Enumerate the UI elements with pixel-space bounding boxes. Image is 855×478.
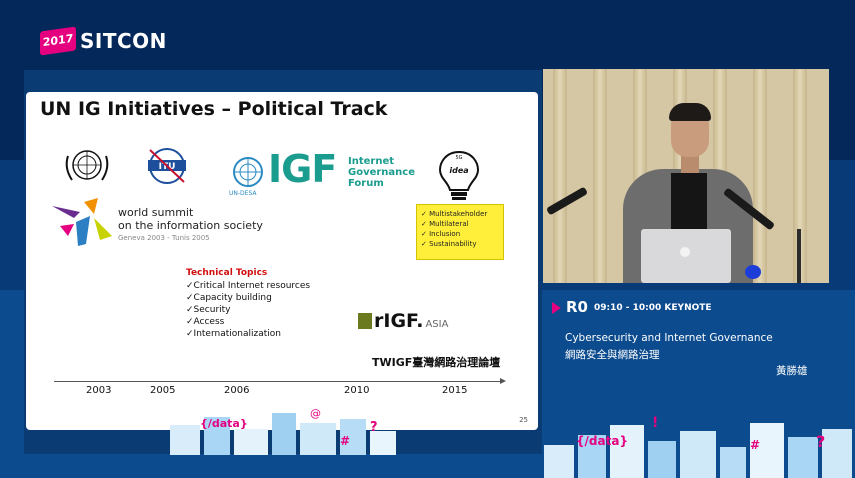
wsis-subtitle: Geneva 2003 - Tunis 2005 [118, 234, 210, 242]
rigf-mark-text: rIGF. [374, 310, 424, 332]
city-illustration-right: {/data} ! # ? [544, 415, 852, 478]
principles-box: ✓ Multistakeholder ✓ Multilateral ✓ Incl… [416, 204, 504, 260]
igf-logo-line2: Governance [348, 167, 416, 178]
slide-title: UN IG Initiatives – Political Track [40, 98, 388, 120]
timeline-year: 2005 [150, 385, 176, 396]
svg-text:#: # [750, 438, 760, 452]
rigf-mark-icon [358, 313, 372, 329]
session-title-en: Cybersecurity and Internet Governance [565, 332, 773, 344]
igf-logo-line3: Forum [348, 178, 384, 189]
session-time: 09:10 - 10:00 KEYNOTE [594, 303, 712, 313]
undesa-emblem-icon [233, 157, 263, 187]
topic-item: ✓Critical Internet resources [186, 281, 311, 291]
principle-item: ✓ Inclusion [421, 230, 461, 238]
rigf-suffix: ASIA [425, 319, 449, 330]
wsis-title-line2: on the information society [118, 219, 263, 232]
undesa-label: UN-DESA [229, 190, 257, 197]
svg-text:{/data}: {/data} [200, 417, 248, 430]
itu-logo-icon: ITU [148, 148, 186, 184]
technical-topics-list: ✓Critical Internet resources ✓Capacity b… [186, 280, 310, 340]
play-triangle-icon [552, 302, 561, 314]
microphone-blue-icon [745, 265, 761, 279]
wsis-logo-icon [52, 198, 112, 246]
timeline-year: 2003 [86, 385, 112, 396]
igf-logo-text: Internet Governance Forum [348, 156, 428, 189]
microphone-stand [797, 229, 801, 283]
principle-item: ✓ Sustainability [421, 240, 477, 248]
logo-year-badge: 2017 [40, 26, 76, 56]
timeline-year: 2010 [344, 385, 370, 396]
city-illustration-left: {/data} @ ? # [170, 407, 396, 455]
logo-name: SITCON [80, 29, 167, 53]
sitcon-logo: 2017 SITCON [40, 26, 170, 57]
speaker-hair [669, 103, 711, 121]
curtain-fold [753, 69, 767, 283]
igf-logo-line1: Internet [348, 156, 395, 167]
topic-item: ✓Capacity building [186, 293, 272, 303]
svg-text:@: @ [310, 407, 321, 420]
speaker-video [543, 69, 829, 283]
apple-logo-icon [680, 247, 690, 257]
svg-text:!: ! [652, 415, 658, 431]
topic-item: ✓Internationalization [186, 329, 281, 339]
twigf-label: TWIGF臺灣網路治理論壇 [372, 356, 501, 369]
session-room: R0 [566, 298, 588, 316]
bulb-label-top: 5G [455, 155, 462, 161]
lightbulb-icon: 5G idea [438, 150, 480, 200]
presentation-slide: UN IG Initiatives – Political Track ITU … [26, 92, 538, 430]
technical-topics-heading: Technical Topics [186, 268, 268, 278]
svg-text:?: ? [370, 420, 378, 435]
timeline-arrow-icon [500, 378, 506, 384]
curtain-fold [593, 69, 607, 283]
svg-text:{/data}: {/data} [576, 434, 628, 448]
timeline-year: 2015 [442, 385, 468, 396]
curtain-fold [553, 69, 567, 283]
principle-item: ✓ Multilateral [421, 220, 469, 228]
topic-item: ✓Security [186, 305, 231, 315]
bulb-label: idea [449, 166, 468, 175]
igf-logo-mark: IGF [268, 147, 337, 191]
session-title-zh: 網路安全與網路治理 [565, 349, 660, 361]
topic-item: ✓Access [186, 317, 225, 327]
svg-text:?: ? [816, 432, 825, 451]
principle-item: ✓ Multistakeholder [421, 210, 488, 218]
svg-text:#: # [340, 434, 350, 448]
un-emblem-icon [65, 150, 109, 181]
slide-page-number: 25 [519, 416, 528, 424]
wsis-title-line1: world summit [118, 206, 194, 219]
timeline-axis [54, 381, 502, 382]
timeline-year: 2006 [224, 385, 250, 396]
rigf-asia-logo: rIGF. ASIA [358, 310, 448, 332]
session-speaker: 黃勝雄 [776, 365, 808, 377]
